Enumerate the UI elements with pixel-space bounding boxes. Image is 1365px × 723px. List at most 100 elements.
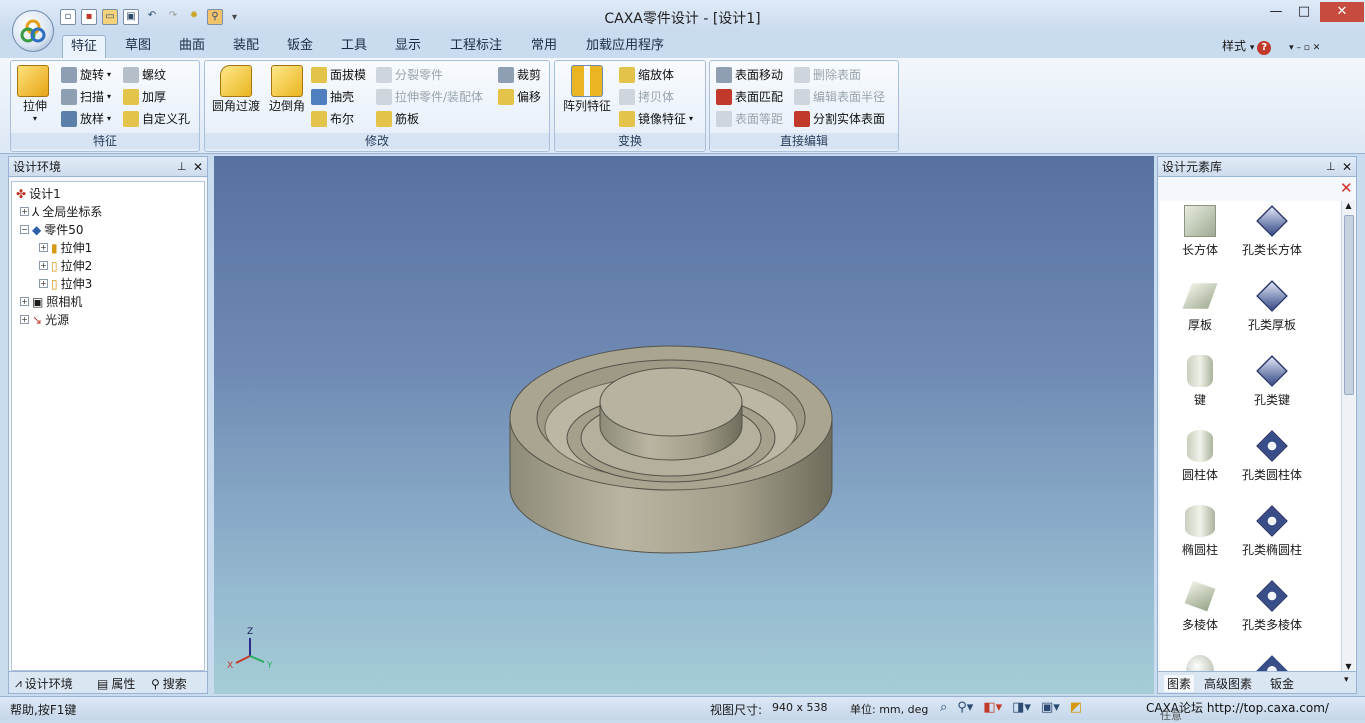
- fillet-icon: [220, 65, 252, 97]
- style-menu[interactable]: 样式 ▾ ? ▾ – ▫ ✕: [1222, 37, 1320, 55]
- lib-item-prism[interactable]: 多棱体: [1160, 580, 1240, 633]
- view-orientation-icon[interactable]: ◧▾: [983, 700, 1002, 715]
- tab-assembly[interactable]: 装配: [225, 35, 267, 58]
- offset-face-button[interactable]: 表面等距: [716, 110, 783, 127]
- lib-item-hole-key[interactable]: 孔类键: [1232, 355, 1312, 408]
- library-scrollbar[interactable]: ▲ ▼: [1341, 201, 1355, 671]
- scale-button[interactable]: 缩放体: [619, 66, 674, 83]
- sweep-button[interactable]: 扫描 ▾: [61, 88, 111, 105]
- revolve-button[interactable]: 旋转 ▾: [61, 66, 111, 83]
- tab-addins[interactable]: 加载应用程序: [578, 35, 672, 58]
- lib-item-hole-elliptic-cylinder[interactable]: 孔类椭圆柱: [1232, 505, 1312, 558]
- lib-item-elliptic-cylinder[interactable]: 椭圆柱: [1160, 505, 1240, 558]
- thicken-button[interactable]: 加厚: [123, 88, 166, 105]
- expand-icon[interactable]: +: [39, 279, 48, 288]
- close-button[interactable]: ✕: [1320, 2, 1364, 22]
- expand-icon[interactable]: +: [39, 243, 48, 252]
- tab-common[interactable]: 常用: [523, 35, 565, 58]
- tree-item-extrude2[interactable]: + ▯ 拉伸2: [39, 257, 92, 274]
- tree-item-camera[interactable]: + ▣ 照相机: [20, 293, 82, 310]
- pattern-button[interactable]: 阵列特征: [559, 65, 615, 114]
- pin-icon[interactable]: ⊥: [1326, 157, 1336, 177]
- lib-item-hole-box[interactable]: 孔类长方体: [1232, 205, 1312, 258]
- lib-item-key[interactable]: 键: [1160, 355, 1240, 408]
- expand-icon[interactable]: +: [39, 261, 48, 270]
- boolean-button[interactable]: 布尔: [311, 110, 354, 127]
- expand-icon[interactable]: +: [20, 315, 29, 324]
- lib-item-hole-plate[interactable]: 孔类厚板: [1232, 280, 1312, 333]
- camera-view-icon[interactable]: ▣▾: [1041, 700, 1060, 715]
- application-menu-button[interactable]: [12, 10, 54, 52]
- lib-item-plate[interactable]: 厚板: [1160, 280, 1240, 333]
- edit-radius-button[interactable]: 编辑表面半径: [794, 88, 885, 105]
- close-icon[interactable]: ✕: [193, 157, 203, 177]
- trim-button[interactable]: 裁剪: [498, 66, 541, 83]
- delete-face-button[interactable]: 删除表面: [794, 66, 861, 83]
- extrude-button[interactable]: 拉伸 ▾: [17, 65, 53, 123]
- tab-search[interactable]: ⚲ 搜索: [151, 675, 187, 692]
- scroll-up-icon[interactable]: ▲: [1342, 201, 1355, 210]
- chamfer-button[interactable]: 边倒角: [266, 65, 308, 114]
- tree-item-global-coords[interactable]: + ⅄ 全局坐标系: [20, 203, 102, 220]
- ribbon-minimize-icon[interactable]: ▾ – ▫ ✕: [1289, 43, 1320, 53]
- expand-icon[interactable]: +: [20, 207, 29, 216]
- scroll-down-icon[interactable]: ▼: [1342, 662, 1355, 671]
- tab-sheetmetal[interactable]: 钣金: [279, 35, 321, 58]
- tree-item-light[interactable]: + ↘ 光源: [20, 311, 69, 328]
- tab-sketch[interactable]: 草图: [117, 35, 159, 58]
- match-face-button[interactable]: 表面匹配: [716, 88, 783, 105]
- tree-item-part[interactable]: − ◆ 零件50: [20, 221, 84, 238]
- tree-item-extrude1[interactable]: + ▮ 拉伸1: [39, 239, 92, 256]
- tab-annotation[interactable]: 工程标注: [442, 35, 510, 58]
- lib-item-cylinder[interactable]: 圆柱体: [1160, 430, 1240, 483]
- tabs-dropdown-icon[interactable]: ▾: [1344, 675, 1349, 685]
- offset-button[interactable]: 偏移: [498, 88, 541, 105]
- extrude-part-button[interactable]: 拉伸零件/装配体: [376, 88, 483, 105]
- 3d-viewport[interactable]: Z X Y: [214, 156, 1154, 694]
- custom-hole-button[interactable]: 自定义孔: [123, 110, 190, 127]
- pin-icon[interactable]: ⊥: [177, 157, 187, 177]
- maximize-button[interactable]: □: [1290, 2, 1318, 22]
- mirror-button[interactable]: 镜像特征 ▾: [619, 110, 693, 127]
- split-part-button[interactable]: 分裂零件: [376, 66, 443, 83]
- library-close-icon[interactable]: ✕: [1340, 179, 1353, 197]
- tab-feature[interactable]: 特征: [62, 35, 107, 58]
- display-mode-icon[interactable]: ◨▾: [1012, 700, 1031, 715]
- close-icon[interactable]: ✕: [1342, 157, 1352, 177]
- lib-item-more[interactable]: [1160, 655, 1240, 671]
- tab-tools[interactable]: 工具: [333, 35, 375, 58]
- tab-sheet-metal-elements[interactable]: 钣金: [1270, 675, 1294, 692]
- tree-item-design[interactable]: ✤ 设计1: [16, 185, 61, 202]
- move-face-button[interactable]: 表面移动: [716, 66, 783, 83]
- minimize-button[interactable]: —: [1262, 2, 1290, 22]
- tree-item-extrude3[interactable]: + ▯ 拉伸3: [39, 275, 92, 292]
- loft-button[interactable]: 放样 ▾: [61, 110, 111, 127]
- lib-item-hole-cylinder[interactable]: 孔类圆柱体: [1232, 430, 1312, 483]
- fillet-button[interactable]: 圆角过渡: [209, 65, 263, 114]
- rib-button[interactable]: 筋板: [376, 110, 419, 127]
- lib-item-box[interactable]: 长方体: [1160, 205, 1240, 258]
- light-icon: ↘: [32, 312, 43, 327]
- collapse-icon[interactable]: −: [20, 225, 29, 234]
- split-solid-button[interactable]: 分割实体表面: [794, 110, 885, 127]
- scroll-thumb[interactable]: [1344, 215, 1354, 395]
- zoom-window-icon[interactable]: ⌕: [940, 700, 947, 715]
- tab-elements[interactable]: 图素: [1164, 675, 1195, 692]
- tab-properties[interactable]: ▤ 属性: [97, 675, 135, 692]
- lib-item-hole-prism[interactable]: 孔类多棱体: [1232, 580, 1312, 633]
- tab-surface[interactable]: 曲面: [171, 35, 213, 58]
- style-menu-label: 样式: [1222, 39, 1247, 53]
- zoom-icon[interactable]: ⚲▾: [957, 700, 973, 715]
- tab-design-env[interactable]: ⩘ 设计环境: [15, 675, 73, 692]
- tab-advanced-elements[interactable]: 高级图素: [1204, 675, 1252, 692]
- copy-body-button[interactable]: 拷贝体: [619, 88, 674, 105]
- tab-display[interactable]: 显示: [387, 35, 429, 58]
- part-model[interactable]: Z X Y: [214, 156, 1154, 694]
- lib-item-more-hole[interactable]: [1232, 655, 1312, 671]
- help-icon[interactable]: ?: [1257, 41, 1272, 55]
- shading-icon[interactable]: ◩: [1070, 700, 1082, 715]
- draft-button[interactable]: 面拔模: [311, 66, 366, 83]
- thread-button[interactable]: 螺纹: [123, 66, 166, 83]
- shell-button[interactable]: 抽壳: [311, 88, 354, 105]
- expand-icon[interactable]: +: [20, 297, 29, 306]
